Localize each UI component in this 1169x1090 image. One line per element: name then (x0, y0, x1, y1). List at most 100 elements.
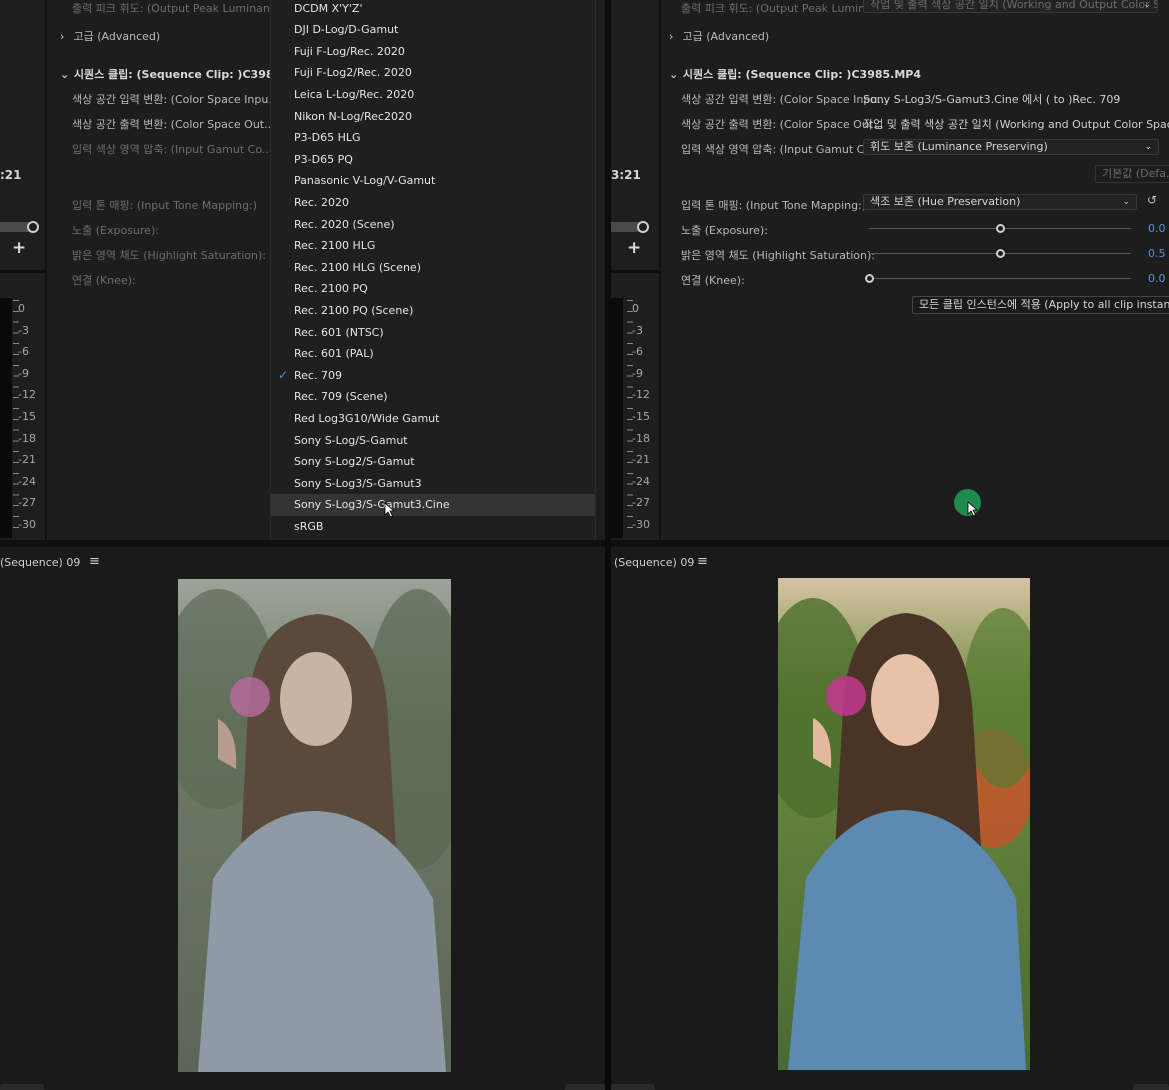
chevron-down-icon: ⌄ (669, 68, 679, 81)
menu-item[interactable]: Sony S-Log2/S-Gamut (271, 451, 595, 473)
menu-item[interactable]: sRGB (271, 516, 595, 538)
bottom-tab-right[interactable] (565, 1084, 605, 1090)
menu-item[interactable]: Rec. 601 (PAL) (271, 343, 595, 365)
exposure-label: 노출 (Exposure): (681, 224, 768, 237)
output-peak-dropdown[interactable]: 작업 및 출력 색상 공간 일치 (Working and Output Col… (863, 0, 1158, 13)
highlight-saturation-label: 밝은 영역 채도 (Highlight Saturation): (72, 249, 266, 262)
chevron-down-icon: ⌄ (1144, 142, 1152, 152)
menu-item[interactable]: Panasonic V-Log/V-Gamut (271, 170, 595, 192)
sequence-tab[interactable]: (Sequence) 09 (614, 556, 694, 569)
meter-label: -27 (18, 496, 36, 510)
menu-item[interactable]: ✓ Rec. 709 (271, 365, 595, 387)
meter-label: 0 (632, 302, 639, 315)
menu-item[interactable]: Leica L-Log/Rec. 2020 (271, 84, 595, 106)
menu-item[interactable]: Rec. 2100 PQ (Scene) (271, 300, 595, 322)
highlight-saturation-value[interactable]: 0.5 (1148, 247, 1166, 260)
menu-item[interactable]: Sony S-Log/S-Gamut (271, 430, 595, 452)
menu-item[interactable]: Rec. 2020 (271, 192, 595, 214)
gamut-compress-label: 입력 색상 영역 압축: (Input Gamut Co... (681, 143, 882, 156)
menu-item[interactable]: DJI D-Log/D-Gamut (271, 19, 595, 41)
highlight-saturation-slider-knob[interactable] (995, 249, 1005, 258)
exposure-slider-knob[interactable] (995, 224, 1005, 233)
meter-label: -18 (18, 431, 36, 445)
reset-icon[interactable]: ↺ (1147, 193, 1157, 207)
menu-item[interactable]: Red Log3G10/Wide Gamut (271, 408, 595, 430)
gamut-compress-label: 입력 색상 영역 압축: (Input Gamut Co... (72, 143, 273, 156)
program-monitor: (Sequence) 09 ≡ (0, 547, 605, 1090)
menu-item-label: Sony S-Log3/S-Gamut3.Cine (294, 498, 450, 512)
menu-item-label: Sony S-Log/S-Gamut (294, 433, 408, 447)
add-icon[interactable]: + (627, 238, 641, 258)
sequence-tab[interactable]: (Sequence) 09 (0, 556, 80, 569)
knee-value[interactable]: 0.0 (1148, 272, 1166, 285)
apply-to-all-button[interactable]: 모든 클립 인스턴스에 적용 (Apply to all clip instan… (912, 296, 1169, 314)
output-transform-value: 작업 및 출력 색상 공간 일치 (Working and Output Col… (863, 118, 1169, 131)
chevron-right-icon: › (669, 30, 674, 43)
menu-item-label: Sony S-Log2/S-Gamut (294, 455, 415, 469)
chevron-right-icon: › (60, 30, 65, 43)
bottom-tab-right[interactable] (1133, 1084, 1169, 1090)
menu-item-label: P3-D65 HLG (294, 131, 361, 145)
menu-item[interactable]: P3-D65 PQ (271, 149, 595, 171)
chevron-down-icon: ⌄ (1122, 197, 1130, 207)
default-button[interactable]: 기본값 (Defa... (1095, 165, 1169, 183)
exposure-label: 노출 (Exposure): (72, 224, 159, 237)
panel-menu-icon[interactable]: ≡ (89, 554, 100, 569)
menu-item-label: Rec. 2100 HLG (294, 239, 376, 253)
effect-controls-panel: 3:21 + 0 -3 -6 -9 -12 -15 -18 -21 -24 -2… (611, 0, 1169, 540)
menu-item[interactable]: Rec. 709 (Scene) (271, 386, 595, 408)
right-screenshot: 3:21 + 0 -3 -6 -9 -12 -15 -18 -21 -24 -2… (611, 0, 1169, 1090)
color-space-dropdown-menu[interactable]: DCDM X'Y'Z' DJI D-Log/D-Gamut Fuji F-Log/R… (270, 0, 596, 540)
knee-slider-knob[interactable] (864, 274, 874, 283)
panel-menu-icon[interactable]: ≡ (697, 554, 708, 569)
advanced-toggle[interactable]: › 고급 (Advanced) (60, 28, 160, 44)
gamut-compress-dropdown[interactable]: 휘도 보존 (Luminance Preserving) ⌄ (863, 139, 1159, 155)
video-frame-image (778, 578, 1030, 1070)
input-transform-value: Sony S-Log3/S-Gamut3.Cine 에서 ( to )Rec. … (863, 93, 1121, 106)
meter-label: -6 (632, 345, 643, 359)
menu-item[interactable]: Fuji F-Log2/Rec. 2020 (271, 62, 595, 84)
timecode: :21 (0, 168, 22, 182)
menu-item[interactable]: P3-D65 HLG (271, 127, 595, 149)
menu-item[interactable]: Fuji F-Log/Rec. 2020 (271, 41, 595, 63)
meter-label: -24 (632, 474, 650, 488)
menu-item-label: Rec. 709 (Scene) (294, 390, 388, 404)
audio-meter-bar (611, 298, 623, 538)
menu-item-label: Red Log3G10/Wide Gamut (294, 411, 440, 425)
menu-item[interactable]: Rec. 2020 (Scene) (271, 214, 595, 236)
menu-item-label: Rec. 2020 (Scene) (294, 217, 395, 231)
menu-item-label: P3-D65 PQ (294, 152, 353, 166)
bottom-tab-left[interactable] (0, 1084, 44, 1090)
menu-item[interactable]: Sony S-Log3/S-Gamut3.Cine (271, 494, 595, 516)
menu-item-label: sRGB (294, 519, 324, 533)
audio-meter-labels: 0 -3 -6 -9 -12 -15 -18 -21 -24 -27 -30 (632, 302, 650, 540)
zoom-slider-knob[interactable] (27, 221, 39, 233)
menu-item[interactable]: Nikon N-Log/Rec2020 (271, 106, 595, 128)
menu-item[interactable]: DCDM X'Y'Z' (271, 0, 595, 19)
meter-label: -18 (632, 431, 650, 445)
tone-mapping-value: 색조 보존 (Hue Preservation) (870, 195, 1021, 208)
sequence-clip-toggle[interactable]: ⌄ 시퀀스 클립: (Sequence Clip: )C3985.MP4 (669, 66, 921, 82)
menu-item[interactable]: Rec. 601 (NTSC) (271, 322, 595, 344)
menu-item-label: Nikon N-Log/Rec2020 (294, 109, 412, 123)
menu-item[interactable]: Rec. 2100 HLG (271, 235, 595, 257)
tone-mapping-dropdown[interactable]: 색조 보존 (Hue Preservation) ⌄ (863, 194, 1137, 210)
advanced-toggle[interactable]: › 고급 (Advanced) (669, 28, 769, 44)
exposure-value[interactable]: 0.0 (1148, 222, 1166, 235)
add-icon[interactable]: + (12, 238, 26, 258)
zoom-slider-knob[interactable] (637, 221, 649, 233)
menu-item[interactable]: Rec. 2100 HLG (Scene) (271, 257, 595, 279)
output-transform-label: 색상 공간 출력 변환: (Color Space Out... (72, 118, 275, 131)
menu-item[interactable]: Sony S-Log3/S-Gamut3 (271, 473, 595, 495)
menu-item[interactable]: Rec. 2100 PQ (271, 278, 595, 300)
chevron-down-icon: ⌄ (1143, 0, 1151, 10)
menu-item-label: DCDM X'Y'Z' (294, 1, 363, 15)
menu-item-label: Panasonic V-Log/V-Gamut (294, 174, 436, 188)
menu-item-label: Rec. 601 (PAL) (294, 347, 374, 361)
knee-slider-track[interactable] (869, 278, 1131, 279)
bottom-tab-left[interactable] (611, 1084, 655, 1090)
video-frame (178, 579, 451, 1072)
menu-item-label: Rec. 2100 PQ (Scene) (294, 303, 414, 317)
meter-label: -9 (632, 366, 643, 380)
meter-label: -15 (18, 409, 36, 423)
